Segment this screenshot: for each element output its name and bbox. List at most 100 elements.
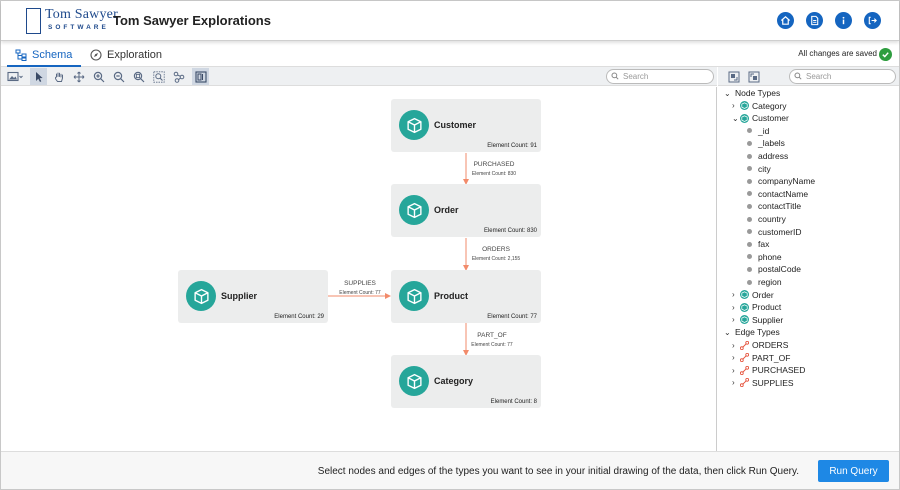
tab-exploration[interactable]: Exploration xyxy=(90,42,162,67)
tree-property[interactable]: country xyxy=(747,213,786,225)
tree-item-category[interactable]: › Category xyxy=(732,100,787,112)
graph-canvas[interactable]: PURCHASED Element Count: 830 ORDERS Elem… xyxy=(1,87,717,451)
footer-bar: Select nodes and edges of the types you … xyxy=(1,451,899,489)
property-dot-icon xyxy=(747,241,752,247)
tree-search-input[interactable]: Search xyxy=(789,69,896,84)
tom-sawyer-logo: Tom Sawyer SOFTWARE xyxy=(26,7,118,34)
tree-item-purchased[interactable]: › PURCHASED xyxy=(732,364,805,376)
info-button[interactable] xyxy=(835,12,852,29)
tree-property[interactable]: phone xyxy=(747,251,782,263)
zoom-selection-button[interactable] xyxy=(150,68,167,85)
tree-item-label: Order xyxy=(752,289,774,300)
tree-item-label: Supplier xyxy=(752,314,784,325)
expand-all-button[interactable] xyxy=(725,68,742,85)
tree-toolbar: Search xyxy=(718,67,899,86)
tree-group-label: Node Types xyxy=(735,88,781,98)
tree-item-label: Product xyxy=(752,302,782,313)
node-label: Product xyxy=(434,291,469,301)
home-button[interactable] xyxy=(777,12,794,29)
property-dot-icon xyxy=(747,128,752,134)
logout-icon xyxy=(868,16,877,25)
property-dot-icon xyxy=(747,191,752,197)
tree-property[interactable]: _id xyxy=(747,125,769,137)
tree-item-order[interactable]: › Order xyxy=(732,289,774,301)
tree-property[interactable]: companyName xyxy=(747,175,815,187)
save-status: All changes are saved xyxy=(798,49,877,58)
run-query-button[interactable]: Run Query xyxy=(818,460,889,482)
pan-tool-button[interactable] xyxy=(50,68,67,85)
tree-item-label: SUPPLIES xyxy=(752,377,794,388)
edge-type-icon xyxy=(740,378,749,388)
node-type-icon xyxy=(740,113,749,123)
tree-property[interactable]: postalCode xyxy=(747,263,801,275)
canvas-search-input[interactable]: Search xyxy=(606,69,714,84)
zoom-out-button[interactable] xyxy=(110,68,127,85)
move-tool-button[interactable] xyxy=(70,68,87,85)
node-element-count: Element Count: 77 xyxy=(487,314,537,320)
zoom-fit-button[interactable] xyxy=(130,68,147,85)
image-export-icon xyxy=(7,71,23,81)
node-category[interactable]: Category Element Count: 8 xyxy=(391,355,541,408)
edge-label: ORDERS xyxy=(482,246,510,253)
tree-item-orders[interactable]: › ORDERS xyxy=(732,339,788,351)
select-tool-button[interactable] xyxy=(30,68,47,85)
collapse-all-button[interactable] xyxy=(745,68,762,85)
tree-property[interactable]: contactTitle xyxy=(747,200,801,212)
edge-label: PART_OF xyxy=(477,332,507,339)
edge-count: Element Count: 77 xyxy=(339,290,381,296)
schema-icon xyxy=(15,49,27,61)
tree-property[interactable]: customerID xyxy=(747,226,801,238)
property-label: phone xyxy=(758,251,782,262)
property-label: city xyxy=(758,163,771,174)
tree-item-product[interactable]: › Product xyxy=(732,301,781,313)
property-label: _id xyxy=(758,125,770,136)
node-type-icon xyxy=(740,315,749,325)
edge-label: SUPPLIES xyxy=(344,280,376,287)
node-customer[interactable]: Customer Element Count: 91 xyxy=(391,99,541,152)
node-type-icon xyxy=(399,281,429,311)
document-icon xyxy=(811,15,819,26)
tree-property[interactable]: region xyxy=(747,276,782,288)
tab-schema[interactable]: Schema xyxy=(15,42,72,67)
tree-property[interactable]: _labels xyxy=(747,137,785,149)
layout-button[interactable] xyxy=(170,68,187,85)
cube-icon xyxy=(406,117,422,133)
tree-property[interactable]: contactName xyxy=(747,188,808,200)
tree-item-supplies[interactable]: › SUPPLIES xyxy=(732,377,794,389)
tree-property[interactable]: address xyxy=(747,150,788,162)
tab-schema-label: Schema xyxy=(32,48,73,61)
property-dot-icon xyxy=(747,216,752,222)
tree-item-part-of[interactable]: › PART_OF xyxy=(732,352,790,364)
tree-property[interactable]: fax xyxy=(747,238,769,250)
app-title: Tom Sawyer Explorations xyxy=(113,13,271,28)
pan-hand-icon xyxy=(54,72,63,82)
tree-item-customer[interactable]: ⌄ Customer xyxy=(732,112,789,124)
overview-icon xyxy=(194,70,207,83)
property-dot-icon xyxy=(747,203,752,209)
tree-property[interactable]: city xyxy=(747,163,771,175)
property-label: country xyxy=(758,214,786,224)
node-supplier[interactable]: Supplier Element Count: 29 xyxy=(178,270,328,323)
tree-item-label: ORDERS xyxy=(752,340,789,350)
tree-group-edge-types[interactable]: ⌄ Edge Types xyxy=(724,326,780,338)
edge-count: Element Count: 77 xyxy=(471,342,513,348)
chevron-right-icon: › xyxy=(732,365,735,375)
document-button[interactable] xyxy=(806,12,823,29)
property-label: address xyxy=(758,151,789,161)
save-status-badge xyxy=(879,48,892,61)
tree-group-node-types[interactable]: ⌄ Node Types xyxy=(724,87,780,99)
logout-button[interactable] xyxy=(864,12,881,29)
node-element-count: Element Count: 830 xyxy=(483,228,537,234)
node-product[interactable]: Product Element Count: 77 xyxy=(391,270,541,323)
overview-button[interactable] xyxy=(192,68,209,85)
node-type-icon xyxy=(740,101,749,111)
node-order[interactable]: Order Element Count: 830 xyxy=(391,184,541,237)
node-type-icon xyxy=(399,195,429,225)
tree-item-supplier[interactable]: › Supplier xyxy=(732,314,783,326)
image-export-button[interactable] xyxy=(4,68,26,85)
canvas-toolbar: Search xyxy=(1,67,717,86)
node-type-icon xyxy=(740,290,749,300)
tree-item-label: Category xyxy=(752,100,787,111)
edge-type-icon xyxy=(740,353,749,363)
zoom-in-button[interactable] xyxy=(90,68,107,85)
